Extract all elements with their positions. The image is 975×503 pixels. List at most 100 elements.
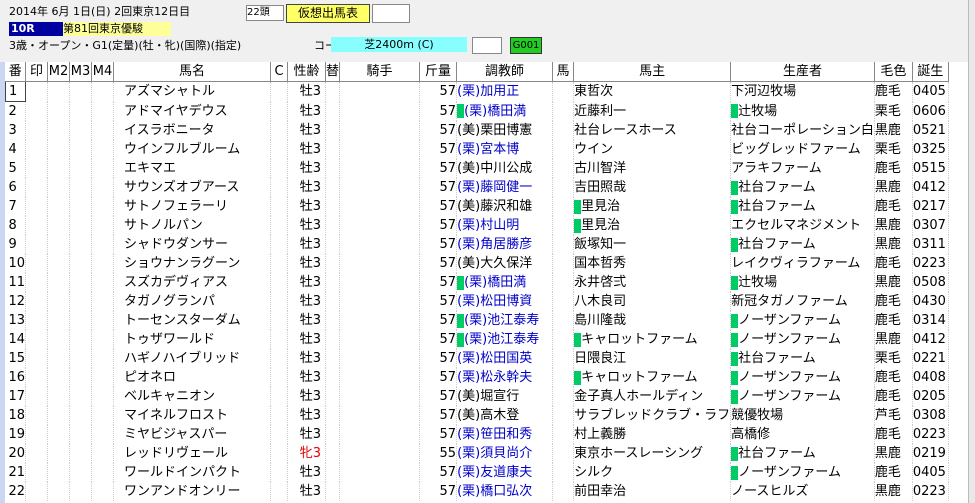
mark-cell[interactable] [25,121,49,140]
horse-number[interactable]: 15 [5,349,27,368]
m2-cell[interactable] [47,81,71,102]
jockey[interactable] [339,254,421,273]
jockey[interactable] [339,273,421,292]
column-header[interactable]: 誕生 [912,62,949,82]
owner[interactable]: キャロットファーム [573,368,732,387]
column-header[interactable]: 馬 [552,62,575,82]
owner[interactable]: 八木良司 [573,292,732,311]
m4-cell[interactable] [91,81,115,102]
mark-cell[interactable] [25,159,49,178]
column-header[interactable]: 斤量 [419,62,458,82]
column-header[interactable]: M2 [47,62,71,82]
owner[interactable]: キャロットファーム [573,330,732,349]
horse-name[interactable]: ハギノハイブリッド [113,349,272,368]
mark-cell[interactable] [25,349,49,368]
jockey[interactable] [339,311,421,330]
jockey[interactable] [339,349,421,368]
horse-number[interactable]: 18 [5,406,27,425]
breeder[interactable]: 社台ファーム [730,349,875,368]
owner[interactable]: 近藤利一 [573,101,732,121]
m2-cell[interactable] [47,330,71,349]
jockey[interactable] [339,482,421,501]
horse-name[interactable]: ミヤビジャスパー [113,425,272,444]
column-header[interactable]: C [270,62,289,82]
trainer[interactable]: (栗)松田博資 [456,292,554,311]
table-row[interactable]: 17 ベルキャニオン 牡3 57 (美)堀宣行 金子真人ホールディン ノーザンファーム 鹿毛 0… [5,387,949,406]
jockey[interactable] [339,121,421,140]
column-header[interactable]: 馬主 [573,62,732,82]
jockey[interactable] [339,81,421,102]
owner[interactable]: 島川隆哉 [573,311,732,330]
horse-name[interactable]: ワンアンドオンリー [113,482,272,501]
breeder[interactable]: 社台ファーム [730,444,875,463]
owner[interactable]: 前田幸治 [573,482,732,501]
trainer[interactable]: (美)栗田博憲 [456,121,554,140]
table-row[interactable]: 16 ピオネロ 牡3 57 (栗)松永幹夫 キャロットファーム ノーザンファーム 鹿毛 0408 [5,368,949,387]
horse-name[interactable]: エキマエ [113,159,272,178]
m4-cell[interactable] [91,406,115,425]
jockey[interactable] [339,101,421,121]
m2-cell[interactable] [47,425,71,444]
breeder[interactable]: エクセルマネジメント [730,216,875,235]
table-row[interactable]: 14 トゥザワールド 牡3 57 (栗)池江泰寿 キャロットファーム ノーザンファーム 黒鹿 0… [5,330,949,349]
table-row[interactable]: 11 スズカデヴィアス 牡3 57 (栗)橋田満 永井啓弍 辻牧場 黒鹿 0508 [5,273,949,292]
mark-cell[interactable] [25,292,49,311]
jockey[interactable] [339,216,421,235]
owner[interactable]: 国本哲秀 [573,254,732,273]
mark-cell[interactable] [25,444,49,463]
blank-field[interactable] [372,4,410,23]
owner[interactable]: 日隈良江 [573,349,732,368]
horse-name[interactable]: サトノフェラーリ [113,197,272,216]
table-row[interactable]: 22 ワンアンドオンリー 牡3 57 (栗)橋口弘次 前田幸治 ノースヒルズ 黒鹿 0223 [5,482,949,501]
horse-number[interactable]: 21 [5,463,27,482]
jockey[interactable] [339,197,421,216]
table-row[interactable]: 15 ハギノハイブリッド 牡3 57 (栗)松田国英 日隈良江 社台ファーム 栗毛 0221 [5,349,949,368]
mark-cell[interactable] [25,140,49,159]
m4-cell[interactable] [91,159,115,178]
owner[interactable]: 里見治 [573,216,732,235]
jockey[interactable] [339,444,421,463]
horse-number[interactable]: 8 [5,216,27,235]
trainer[interactable]: (栗)池江泰寿 [456,311,554,330]
column-header[interactable]: 印 [25,62,49,82]
breeder[interactable]: 社台コーポレーション白 [730,121,875,140]
breeder[interactable]: 高橋修 [730,425,875,444]
horse-number[interactable]: 1 [4,81,27,102]
m2-cell[interactable] [47,273,71,292]
breeder[interactable]: 社台ファーム [730,197,875,216]
mark-cell[interactable] [25,216,49,235]
m3-cell[interactable] [69,444,93,463]
mark-cell[interactable] [25,482,49,501]
horse-number[interactable]: 20 [5,444,27,463]
horse-number[interactable]: 16 [5,368,27,387]
breeder[interactable]: ノーザンファーム [730,387,875,406]
m2-cell[interactable] [47,311,71,330]
owner[interactable]: 吉田照哉 [573,178,732,197]
breeder[interactable]: 社台ファーム [730,235,875,254]
m2-cell[interactable] [47,178,71,197]
horse-name[interactable]: マイネルフロスト [113,406,272,425]
column-header[interactable]: 生産者 [730,62,875,82]
horse-name[interactable]: ワールドインパクト [113,463,272,482]
owner[interactable]: 東京ホースレーシング [573,444,732,463]
m4-cell[interactable] [91,292,115,311]
owner[interactable]: 飯塚知一 [573,235,732,254]
m4-cell[interactable] [91,482,115,501]
horse-name[interactable]: スズカデヴィアス [113,273,272,292]
m2-cell[interactable] [47,197,71,216]
m2-cell[interactable] [47,140,71,159]
horse-number[interactable]: 19 [5,425,27,444]
horse-number[interactable]: 7 [5,197,27,216]
m3-cell[interactable] [69,292,93,311]
horse-number[interactable]: 11 [5,273,27,292]
m2-cell[interactable] [47,292,71,311]
m3-cell[interactable] [69,197,93,216]
table-row[interactable]: 13 トーセンスターダム 牡3 57 (栗)池江泰寿 島川隆哉 ノーザンファーム 鹿毛 0314 [5,311,949,330]
m3-cell[interactable] [69,159,93,178]
m4-cell[interactable] [91,254,115,273]
breeder[interactable]: ノーザンファーム [730,311,875,330]
m3-cell[interactable] [69,254,93,273]
m2-cell[interactable] [47,254,71,273]
table-row[interactable]: 4 ウインフルブルーム 牡3 57 (栗)宮本博 ウイン ビッグレッドファーム 栗毛 0325 [5,140,949,159]
column-header[interactable]: 毛色 [874,62,913,82]
